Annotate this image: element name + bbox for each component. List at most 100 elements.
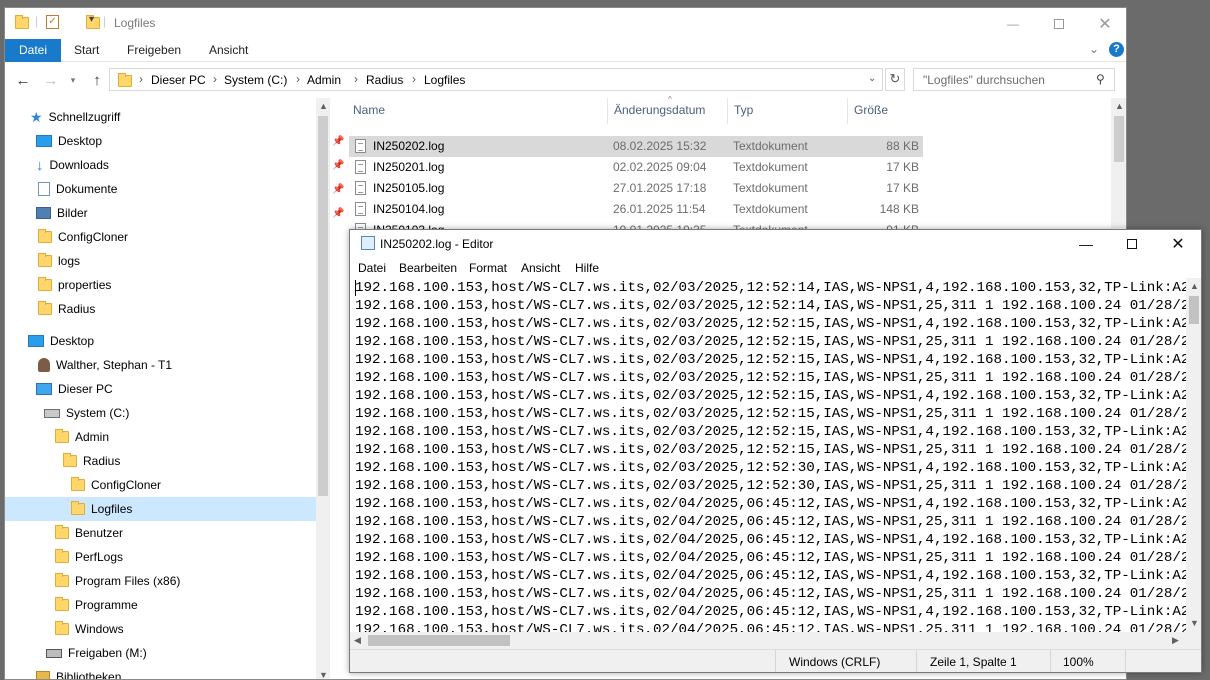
breadcrumb-logfiles[interactable]: Logfiles — [424, 73, 465, 87]
quick-access-dropdown-icon[interactable]: ▾ — [89, 14, 94, 30]
tree-downloads[interactable]: ↓ Downloads 📌 — [36, 153, 344, 177]
tree-perflogs[interactable]: PerfLogs — [55, 545, 123, 569]
tree-radius-quick[interactable]: Radius — [38, 297, 95, 321]
breadcrumb-separator-icon[interactable]: › — [213, 72, 217, 86]
tree-bibliotheken[interactable]: Bibliotheken — [36, 665, 121, 679]
scroll-left-icon[interactable]: ◀ — [354, 635, 361, 646]
column-size[interactable]: Größe — [854, 103, 888, 117]
tree-label: logs — [58, 254, 81, 268]
scroll-down-icon[interactable]: ▼ — [319, 670, 328, 679]
tree-configcloner[interactable]: ConfigCloner — [71, 473, 161, 497]
tree-logs[interactable]: logs — [38, 249, 80, 273]
menu-hilfe[interactable]: Hilfe — [575, 261, 599, 275]
column-date[interactable]: Änderungsdatum — [614, 103, 705, 117]
tree-logfiles[interactable]: Logfiles — [5, 497, 316, 521]
menu-datei[interactable]: Datei — [358, 261, 386, 275]
tree-desktop-quick[interactable]: Desktop 📌 — [36, 129, 344, 153]
tab-datei[interactable]: Datei — [5, 39, 61, 62]
breadcrumb-radius[interactable]: Radius — [366, 73, 403, 87]
scroll-up-icon[interactable]: ▲ — [1115, 101, 1124, 111]
tab-freigeben[interactable]: Freigeben — [114, 39, 194, 62]
column-name[interactable]: Name — [353, 103, 385, 117]
file-row[interactable]: IN250201.log 02.02.2025 09:04 Textdokume… — [349, 157, 923, 178]
column-type[interactable]: Typ — [734, 103, 753, 117]
tree-programme[interactable]: Programme — [55, 593, 138, 617]
tree-properties[interactable]: properties — [38, 273, 111, 297]
tree-windows[interactable]: Windows — [55, 617, 124, 641]
horizontal-scroll-thumb[interactable] — [368, 635, 510, 646]
breadcrumb-separator-icon[interactable]: › — [412, 72, 416, 86]
separator: | — [35, 14, 39, 28]
tree-configcloner-quick[interactable]: ConfigCloner — [38, 225, 128, 249]
breadcrumb-admin[interactable]: Admin — [307, 73, 341, 87]
pictures-icon — [36, 207, 51, 219]
recent-locations-button[interactable]: ▾ — [63, 70, 83, 90]
menu-format[interactable]: Format — [469, 261, 507, 275]
text-editor-area[interactable]: 192.168.100.153,host/WS-CL7.ws.its,02/03… — [350, 278, 1186, 632]
tab-ansicht[interactable]: Ansicht — [196, 39, 261, 62]
properties-icon[interactable]: ✓ — [46, 15, 59, 29]
nav-scroll-thumb[interactable] — [318, 116, 328, 496]
ribbon-expand-icon[interactable]: ⌄ — [1089, 42, 1099, 56]
file-date: 27.01.2025 17:18 — [613, 181, 707, 195]
refresh-button[interactable]: ↻ — [885, 68, 905, 91]
minimize-button[interactable]: — — [990, 8, 1036, 39]
notepad-minimize-button[interactable]: — — [1063, 230, 1109, 258]
tab-start[interactable]: Start — [61, 39, 112, 62]
tree-label: Windows — [75, 622, 124, 636]
scroll-up-icon[interactable]: ▲ — [319, 101, 328, 111]
breadcrumb-system-c[interactable]: System (C:) — [224, 73, 287, 87]
notepad-vertical-scrollbar[interactable]: ▲ ▼ — [1186, 278, 1201, 632]
breadcrumb-separator-icon[interactable]: › — [354, 72, 358, 86]
breadcrumb-dieser-pc[interactable]: Dieser PC — [151, 73, 206, 87]
breadcrumb-separator-icon[interactable]: › — [296, 72, 300, 86]
scroll-up-icon[interactable]: ▲ — [1190, 281, 1199, 291]
tree-freigaben-m[interactable]: Freigaben (M:) — [46, 641, 147, 665]
search-input[interactable]: "Logfiles" durchsuchen — [923, 73, 1045, 87]
text-file-icon — [355, 139, 366, 153]
column-divider[interactable] — [727, 98, 728, 124]
scroll-right-icon[interactable]: ▶ — [1172, 635, 1179, 646]
vertical-scroll-thumb[interactable] — [1189, 296, 1199, 324]
tree-program-files-x86[interactable]: Program Files (x86) — [55, 569, 180, 593]
forward-button[interactable]: → — [41, 70, 61, 90]
notepad-close-button[interactable]: ✕ — [1155, 230, 1201, 258]
tree-dokumente[interactable]: Dokumente 📌 — [38, 177, 344, 201]
menu-bearbeiten[interactable]: Bearbeiten — [399, 261, 457, 275]
file-row[interactable]: IN250202.log 08.02.2025 15:32 Textdokume… — [349, 136, 923, 157]
tree-admin[interactable]: Admin — [55, 425, 109, 449]
tree-radius[interactable]: Radius — [63, 449, 120, 473]
up-button[interactable]: ↑ — [87, 70, 107, 90]
tree-schnellzugriff[interactable]: ★ Schnellzugriff — [30, 105, 120, 129]
file-list-scrollbar[interactable]: ▲ — [1111, 98, 1126, 228]
search-icon[interactable]: ⚲ — [1096, 72, 1105, 86]
breadcrumb-separator-icon[interactable]: › — [139, 72, 143, 86]
file-name: IN250201.log — [373, 160, 445, 174]
notepad-maximize-button[interactable] — [1109, 230, 1155, 258]
tree-user[interactable]: Walther, Stephan - T1 — [38, 353, 172, 377]
notepad-menubar: Datei Bearbeiten Format Ansicht Hilfe — [350, 259, 1201, 279]
address-bar[interactable]: › Dieser PC › System (C:) › Admin › Radi… — [109, 68, 883, 91]
file-row[interactable]: IN250104.log 26.01.2025 11:54 Textdokume… — [349, 199, 923, 220]
menu-ansicht[interactable]: Ansicht — [521, 261, 560, 275]
address-dropdown-icon[interactable]: ⌄ — [868, 73, 876, 84]
tree-bilder[interactable]: Bilder 📌 — [36, 201, 344, 225]
help-icon[interactable]: ? — [1109, 42, 1124, 57]
search-box[interactable]: "Logfiles" durchsuchen ⚲ — [913, 68, 1115, 91]
tree-system-c[interactable]: System (C:) — [44, 401, 129, 425]
column-divider[interactable] — [607, 98, 608, 124]
maximize-button[interactable] — [1036, 8, 1082, 39]
file-list-scroll-thumb[interactable] — [1114, 116, 1124, 162]
close-button[interactable]: ✕ — [1082, 8, 1126, 39]
back-button[interactable]: ← — [13, 70, 33, 90]
nav-scrollbar[interactable]: ▲ ▼ — [316, 98, 330, 679]
column-divider[interactable] — [847, 98, 848, 124]
scroll-down-icon[interactable]: ▼ — [1190, 618, 1199, 628]
file-row[interactable]: IN250105.log 27.01.2025 17:18 Textdokume… — [349, 178, 923, 199]
tree-desktop[interactable]: Desktop — [28, 329, 94, 353]
tree-benutzer[interactable]: Benutzer — [55, 521, 123, 545]
notepad-horizontal-scrollbar[interactable]: ◀ ▶ — [350, 632, 1186, 649]
separator: | — [103, 14, 107, 28]
maximize-icon — [1127, 239, 1137, 249]
tree-dieser-pc[interactable]: Dieser PC — [36, 377, 113, 401]
